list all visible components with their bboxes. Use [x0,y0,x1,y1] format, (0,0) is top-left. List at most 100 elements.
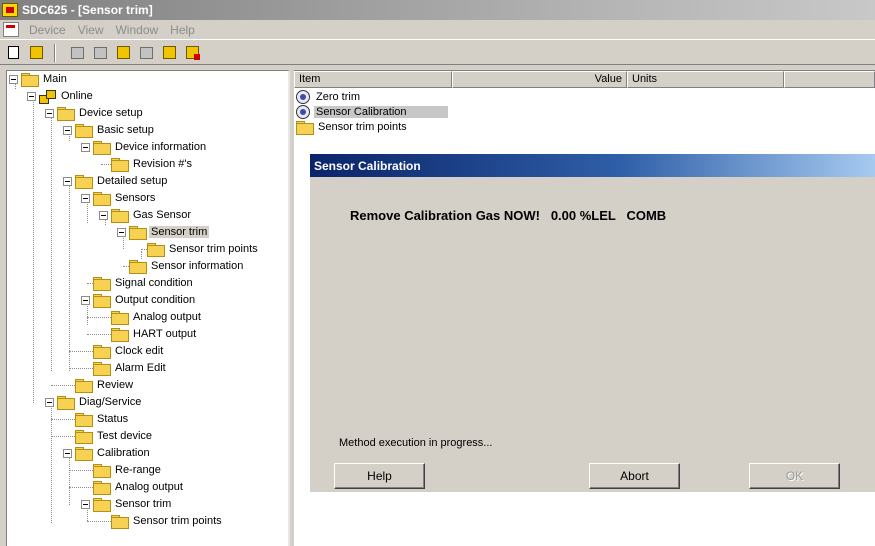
collapse-icon[interactable] [117,227,126,237]
tree-item-sensor-trim-points[interactable]: Sensor trim points [141,241,260,257]
tree-item-device-setup[interactable]: Device setup [45,105,145,121]
list-item-label: Zero trim [316,90,360,103]
tree-item-analog-output-cal[interactable]: Analog output [69,479,185,495]
tree-item-label: Status [97,413,129,425]
tree-item-label: Gas Sensor [133,209,192,221]
folder-icon [111,328,129,342]
tree-item-output-condition[interactable]: Output condition [81,292,197,308]
app-icon[interactable] [2,3,18,17]
device-gray-icon [93,46,107,59]
tree-item-label: Sensors [115,192,156,204]
new-document-button[interactable] [3,43,23,63]
toolbar-button-1[interactable] [67,43,87,63]
dialog-title[interactable]: Sensor Calibration [310,154,875,177]
tree-item-diag-service[interactable]: Diag/Service [45,394,143,410]
tree-item-label: Sensor trim points [169,243,258,255]
tree-item-label: Sensor information [151,260,244,272]
abort-button[interactable]: Abort [589,463,680,489]
tree-item-alarm-edit[interactable]: Alarm Edit [69,360,168,376]
collapse-icon[interactable] [63,125,72,135]
folder-icon [296,120,314,135]
menu-help[interactable]: Help [164,23,201,37]
tree-item-label: HART output [133,328,197,340]
tree-item-label: Device information [115,141,207,153]
collapse-icon[interactable] [45,108,54,118]
folder-icon [93,481,111,495]
ok-button[interactable]: OK [749,463,840,489]
device-tree[interactable]: Main Online Device setup Basic setup Dev… [6,70,290,546]
document-icon[interactable] [3,22,19,37]
tree-item-clock-edit[interactable]: Clock edit [69,343,165,359]
collapse-icon[interactable] [81,142,90,152]
tree-item-basic-setup[interactable]: Basic setup [63,122,156,138]
tree-item-calibration[interactable]: Calibration [63,445,152,461]
tree-item-analog-output[interactable]: Analog output [87,309,203,325]
collapse-icon[interactable] [81,499,90,509]
list-item-zero-trim[interactable]: Zero trim [296,89,362,104]
tree-item-detailed-setup[interactable]: Detailed setup [63,173,169,189]
collapse-icon[interactable] [45,397,54,407]
menu-window[interactable]: Window [109,23,164,37]
tree-item-status[interactable]: Status [51,411,130,427]
toolbar-button-2[interactable] [90,43,110,63]
device-gray-icon [139,46,153,59]
list-item-sensor-trim-points[interactable]: Sensor trim points [296,119,409,135]
folder-icon [93,294,111,308]
tree-item-label: Output condition [115,294,196,306]
tree-item-label: Revision #'s [133,158,192,170]
tree-item-sensors[interactable]: Sensors [81,190,157,206]
folder-icon [111,515,129,529]
tree-item-revision[interactable]: Revision #'s [101,156,194,172]
menu-device[interactable]: Device [23,23,72,37]
tree-item-label: Analog output [115,481,183,493]
tree-item-sensor-trim[interactable]: Sensor trim [117,224,210,240]
tree-item-label: Calibration [97,447,150,459]
folder-icon [75,430,93,444]
list-item-label: Sensor Calibration [314,105,448,118]
collapse-icon[interactable] [81,193,90,203]
tree-item-sensor-information[interactable]: Sensor information [123,258,245,274]
tree-item-label: Test device [97,430,153,442]
open-device-button[interactable] [26,43,46,63]
tree-item-device-information[interactable]: Device information [81,139,208,155]
folder-icon [75,175,93,189]
tree-item-gas-sensor[interactable]: Gas Sensor [99,207,193,223]
toolbar-button-6[interactable] [182,43,202,63]
tree-item-test-device[interactable]: Test device [51,428,154,444]
column-header-units[interactable]: Units [627,71,784,88]
tree-item-hart-output[interactable]: HART output [87,326,198,342]
tree-item-sensor-trim-cal[interactable]: Sensor trim [81,496,173,512]
window-title: SDC625 - [Sensor trim] [22,3,153,17]
folder-icon [75,379,93,393]
tree-item-label: Main [43,73,67,85]
column-header-item[interactable]: Item [294,71,452,88]
folder-icon [111,209,129,223]
toolbar-button-4[interactable] [136,43,156,63]
tree-item-main[interactable]: Main [9,71,69,87]
tree-item-sensor-trim-points-cal[interactable]: Sensor trim points [87,513,224,529]
tree-item-re-range[interactable]: Re-range [69,462,163,478]
toolbar-button-5[interactable] [159,43,179,63]
tree-item-review[interactable]: Review [51,377,135,393]
list-item-sensor-calibration[interactable]: Sensor Calibration [296,104,448,119]
folder-icon [147,243,165,257]
folder-icon [93,141,111,155]
sensor-calibration-dialog: Sensor Calibration Remove Calibration Ga… [309,153,875,492]
folder-icon [75,413,93,427]
menu-view[interactable]: View [72,23,110,37]
tree-item-online[interactable]: Online [27,88,95,104]
column-header-value[interactable]: Value [452,71,627,88]
menu-bar: Device View Window Help [0,20,875,40]
collapse-icon[interactable] [63,448,72,458]
collapse-icon[interactable] [63,176,72,186]
collapse-icon[interactable] [27,91,36,101]
tree-item-label: Device setup [79,107,143,119]
toolbar [0,41,875,65]
collapse-icon[interactable] [99,210,108,220]
folder-icon [111,311,129,325]
help-button[interactable]: Help [334,463,425,489]
collapse-icon[interactable] [81,295,90,305]
toolbar-button-3[interactable] [113,43,133,63]
tree-item-signal-condition[interactable]: Signal condition [87,275,195,291]
collapse-icon[interactable] [9,74,18,84]
